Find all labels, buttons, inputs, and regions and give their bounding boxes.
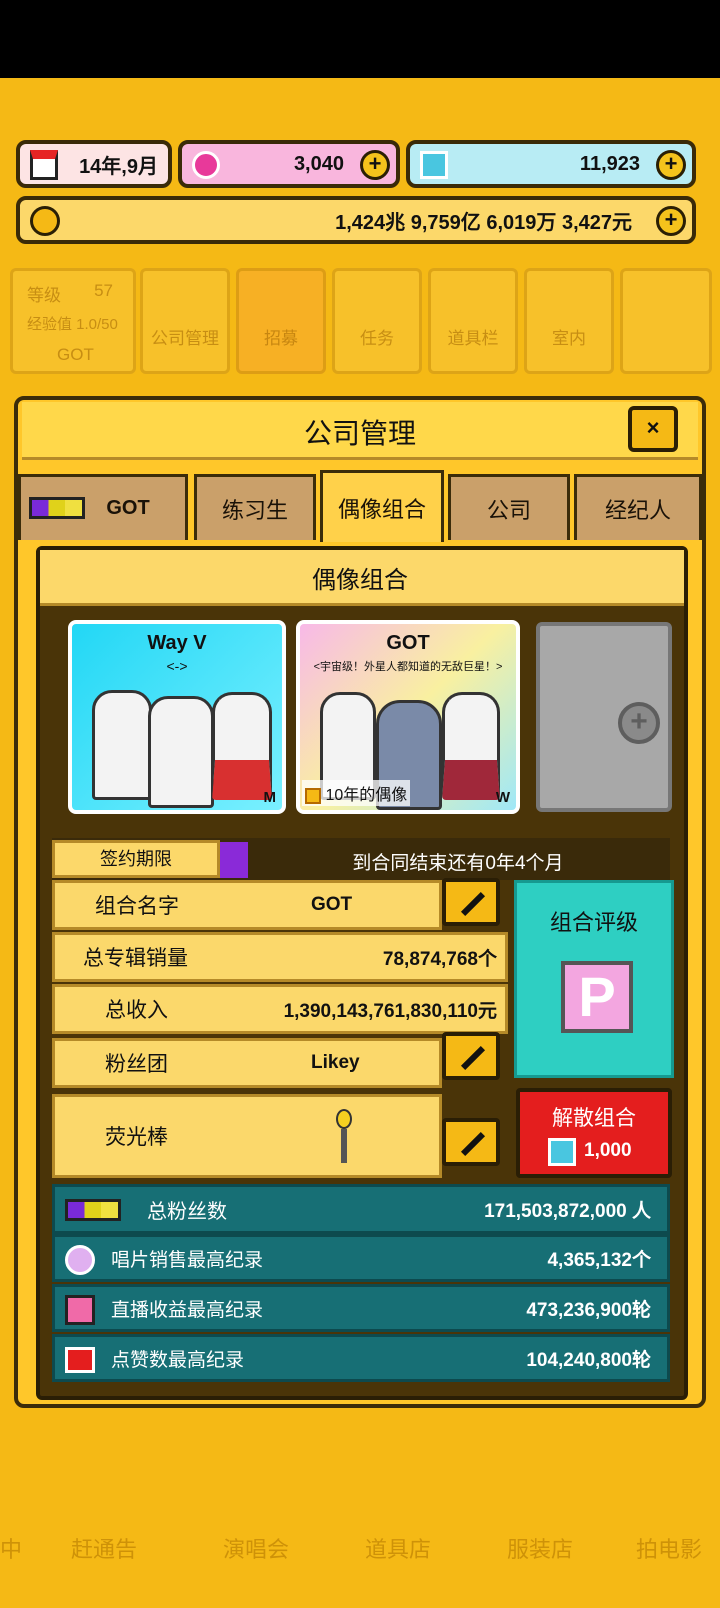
music-note-icon: [65, 1295, 95, 1325]
money-counter: 1,424兆 9,759亿 6,019万 3,427元 +: [16, 196, 696, 244]
contract-label: 签约期限: [52, 840, 220, 878]
bottom-nav-item[interactable]: 中: [0, 1448, 30, 1568]
edit-name-button[interactable]: [442, 878, 500, 926]
add-group-slot[interactable]: +: [536, 622, 672, 812]
tab-company[interactable]: 公司: [448, 474, 570, 540]
anniversary-badge: 10年的偶像: [302, 780, 411, 806]
close-icon: ×: [646, 415, 660, 440]
nav-tasks[interactable]: 任务: [332, 268, 422, 374]
stat-total-fans: 总粉丝数 171,503,872,000 人: [52, 1184, 670, 1234]
disc-icon: [65, 1245, 95, 1275]
level-value: 57: [94, 281, 113, 300]
level-label: 等级: [27, 286, 61, 305]
company-label: GOT: [57, 345, 94, 364]
nav-inventory[interactable]: 道具栏: [428, 268, 518, 374]
video-play-icon: [65, 1347, 95, 1373]
level-panel: 等级 57 经验值 1.0/50 GOT: [10, 268, 136, 374]
stat-likes: 点赞数最高纪录 104,240,800轮: [52, 1334, 670, 1382]
idol-avatar: [148, 696, 214, 808]
gem-icon: [192, 151, 220, 179]
tab-idol-group[interactable]: 偶像组合: [320, 470, 444, 542]
group-name-row: 组合名字 GOT: [52, 880, 442, 930]
add-diamond-button[interactable]: +: [656, 150, 686, 180]
nav-company-management[interactable]: 公司管理: [140, 268, 230, 374]
exp-label: 经验值 1.0/50: [27, 316, 118, 333]
total-income-row: 总收入 1,390,143,761,830,110元: [52, 984, 508, 1034]
lightstick-icon: [333, 1109, 355, 1165]
diamond-icon: [548, 1138, 576, 1166]
nav-interior[interactable]: 室内: [524, 268, 614, 374]
tab-got[interactable]: GOT: [18, 474, 188, 540]
lightstick-row: 荧光棒: [52, 1094, 442, 1178]
group-card-got[interactable]: GOT <宇宙级！外星人都知道的无敌巨星！> 10年的偶像 W: [296, 620, 520, 814]
contract-value: 到合同结束还有0年4个月: [352, 853, 564, 874]
stat-record-sales: 唱片销售最高纪录 4,365,132个: [52, 1234, 670, 1282]
date-display: 14年,9月: [16, 140, 172, 188]
disband-button[interactable]: 解散组合 1,000: [516, 1088, 672, 1178]
calendar-icon: [30, 150, 58, 180]
diamond-counter: 11,923 +: [406, 140, 696, 188]
bottom-nav-schedule[interactable]: 赶通告: [40, 1448, 168, 1568]
coin-icon: [30, 206, 60, 236]
gem-counter: 3,040 +: [178, 140, 400, 188]
tab-manager[interactable]: 经纪人: [574, 474, 702, 540]
group-card-wayv[interactable]: Way V <-> M: [68, 620, 286, 814]
bottom-nav-concert[interactable]: 演唱会: [192, 1448, 320, 1568]
album-sales-row: 总专辑销量 78,874,768个: [52, 932, 508, 982]
stat-live-income: 直播收益最高纪录 473,236,900轮: [52, 1284, 670, 1332]
status-bar: [0, 0, 720, 78]
idol-avatar: [442, 692, 500, 800]
section-title: 偶像组合: [312, 567, 408, 594]
dialog-title: 公司管理: [303, 418, 416, 449]
plus-icon: +: [618, 702, 660, 744]
fanclub-row: 粉丝团 Likey: [52, 1038, 442, 1088]
diamond-icon: [420, 151, 448, 179]
group-icon: [65, 1199, 121, 1221]
idol-avatar: [212, 692, 272, 800]
close-button[interactable]: ×: [628, 406, 678, 452]
bottom-nav-item-shop[interactable]: 道具店: [334, 1448, 462, 1568]
bottom-nav-movie[interactable]: 拍电影: [618, 1448, 720, 1568]
house-icon: [305, 787, 321, 804]
edit-fanclub-button[interactable]: [442, 1032, 500, 1080]
group-icon: [29, 497, 85, 519]
idol-avatar: [92, 690, 152, 800]
rating-box[interactable]: 组合评级 P: [514, 880, 674, 1078]
add-money-button[interactable]: +: [656, 206, 686, 236]
contract-color-chip: [220, 842, 248, 878]
add-gem-button[interactable]: +: [360, 150, 390, 180]
edit-lightstick-button[interactable]: [442, 1118, 500, 1166]
nav-mail[interactable]: [620, 268, 712, 374]
nav-recruit[interactable]: 招募: [236, 268, 326, 374]
tab-trainee[interactable]: 练习生: [194, 474, 316, 540]
rating-grade: P: [561, 961, 633, 1033]
bottom-nav-clothing-shop[interactable]: 服装店: [476, 1448, 604, 1568]
